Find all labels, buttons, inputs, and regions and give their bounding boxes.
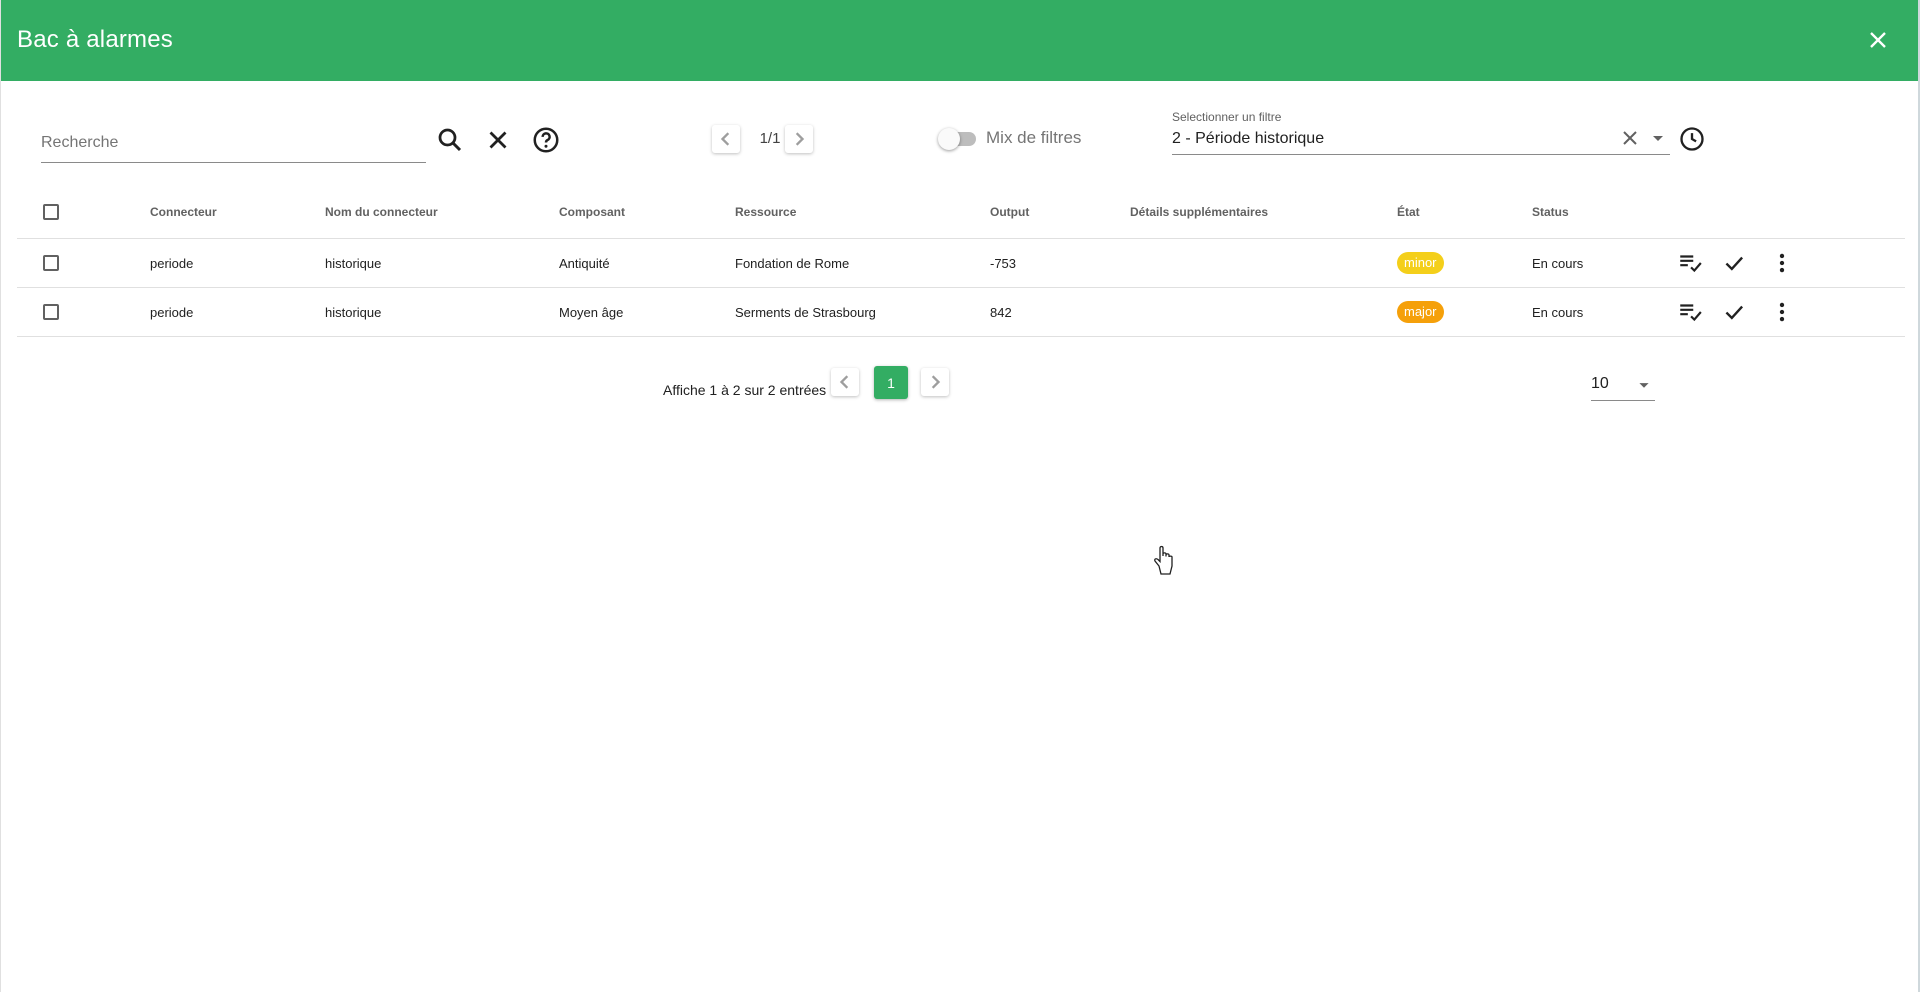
search-field[interactable] — [41, 128, 426, 163]
chevron-left-icon — [720, 132, 730, 146]
page-button-current[interactable]: 1 — [874, 366, 908, 399]
toggle-thumb — [938, 128, 960, 150]
search-input[interactable] — [41, 128, 426, 158]
row-checkbox-cell — [43, 288, 59, 336]
playlist-check-icon[interactable] — [1677, 299, 1703, 325]
clear-filter-icon[interactable] — [1618, 126, 1642, 150]
close-icon[interactable] — [1864, 26, 1892, 54]
help-icon[interactable] — [531, 125, 561, 155]
col-output[interactable]: Output — [990, 186, 1029, 238]
cell-connector: periode — [150, 304, 194, 320]
mix-filters-label: Mix de filtres — [986, 128, 1082, 147]
cell-connector: periode — [150, 255, 194, 271]
prev-page-button[interactable] — [712, 125, 740, 153]
row-checkbox[interactable] — [43, 304, 59, 320]
cell-actions — [1677, 288, 1795, 336]
filter-value: 2 - Période historique — [1172, 130, 1325, 147]
cell-actions — [1677, 239, 1795, 287]
col-component[interactable]: Composant — [559, 186, 625, 238]
prev-page-button-bottom[interactable] — [831, 368, 859, 396]
more-vert-icon[interactable] — [1769, 299, 1795, 325]
row-checkbox-cell — [43, 239, 59, 287]
state-badge: major — [1397, 301, 1444, 323]
cell-status: En cours — [1532, 255, 1584, 271]
chevron-left-icon — [839, 375, 849, 389]
check-icon[interactable] — [1721, 250, 1747, 276]
items-per-page-value: 10 — [1591, 375, 1609, 392]
table-row[interactable]: periode historique Moyen âge Serments de… — [17, 288, 1905, 337]
cell-component: Antiquité — [559, 255, 610, 271]
playlist-check-icon[interactable] — [1677, 250, 1703, 276]
chevron-right-icon — [795, 132, 805, 146]
clear-search-icon[interactable] — [483, 125, 513, 155]
next-page-button[interactable] — [785, 125, 813, 153]
dropdown-arrow-icon — [1633, 374, 1655, 396]
alarm-list-window: Bac à alarmes 1/1 Mix de filtres Selecti… — [0, 0, 1920, 992]
select-all-checkbox[interactable] — [43, 204, 59, 220]
col-state[interactable]: État — [1397, 186, 1420, 238]
next-page-button-bottom[interactable] — [921, 368, 949, 396]
alarm-table: Connecteur Nom du connecteur Composant R… — [17, 186, 1905, 337]
cell-resource: Fondation de Rome — [735, 255, 850, 271]
cell-connector-name: historique — [325, 304, 382, 320]
search-icon[interactable] — [435, 125, 465, 155]
select-all-checkbox-cell — [43, 186, 59, 238]
cell-state: minor — [1397, 239, 1444, 287]
filter-select[interactable]: Selectionner un filtre 2 - Période histo… — [1172, 108, 1670, 155]
cell-resource: Serments de Strasbourg — [735, 304, 876, 320]
table-row[interactable]: periode historique Antiquité Fondation d… — [17, 239, 1905, 288]
page-title: Bac à alarmes — [17, 26, 173, 53]
cell-output: -753 — [990, 255, 1017, 271]
row-checkbox[interactable] — [43, 255, 59, 271]
col-connector[interactable]: Connecteur — [150, 186, 217, 238]
mix-filters-toggle[interactable] — [938, 128, 976, 150]
chevron-right-icon — [931, 375, 941, 389]
items-per-page-select[interactable]: 10 — [1591, 370, 1655, 401]
top-bar: Bac à alarmes — [1, 0, 1918, 81]
check-icon[interactable] — [1721, 299, 1747, 325]
hand-cursor-icon — [1152, 544, 1178, 576]
table-header: Connecteur Nom du connecteur Composant R… — [17, 186, 1905, 239]
clock-icon[interactable] — [1678, 125, 1706, 153]
cell-state: major — [1397, 288, 1444, 336]
col-resource[interactable]: Ressource — [735, 186, 796, 238]
cell-status: En cours — [1532, 304, 1584, 320]
filter-caption: Selectionner un filtre — [1172, 110, 1282, 124]
cell-output: 842 — [990, 304, 1012, 320]
col-details[interactable]: Détails supplémentaires — [1130, 186, 1268, 238]
page-indicator: 1/1 — [759, 130, 781, 147]
col-status[interactable]: Status — [1532, 186, 1569, 238]
col-connector-name[interactable]: Nom du connecteur — [325, 186, 438, 238]
cell-component: Moyen âge — [559, 304, 624, 320]
state-badge: minor — [1397, 252, 1444, 274]
pagination-info: Affiche 1 à 2 sur 2 entrées — [663, 382, 827, 398]
dropdown-arrow-icon[interactable] — [1646, 126, 1670, 150]
more-vert-icon[interactable] — [1769, 250, 1795, 276]
cell-connector-name: historique — [325, 255, 382, 271]
